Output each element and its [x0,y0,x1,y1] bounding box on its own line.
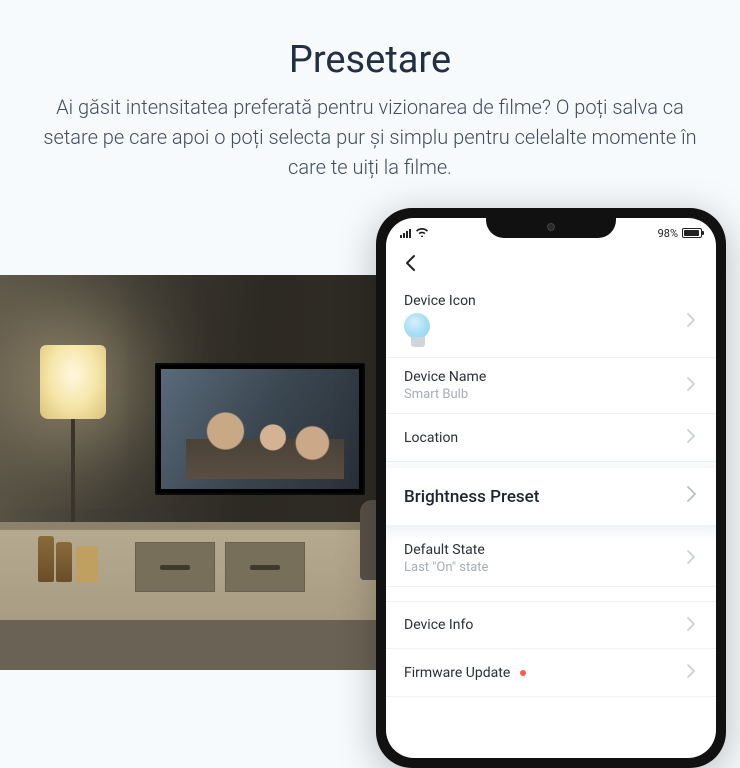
phone-mockup: 98% Device Icon [376,208,726,768]
nav-bar [386,248,716,282]
signal-icon [400,229,411,238]
page-subtitle: Ai găsit intensitatea preferată pentru v… [40,92,700,182]
chevron-right-icon [684,548,698,569]
row-label: Location [404,430,684,446]
back-button[interactable] [398,253,422,278]
row-device-info[interactable]: Device Info [386,601,716,649]
row-location[interactable]: Location [386,414,716,462]
chevron-right-icon [684,311,698,332]
battery-icon [682,228,702,238]
row-firmware-update[interactable]: Firmware Update [386,649,716,697]
update-indicator-dot [520,670,526,676]
wifi-icon [415,226,429,240]
row-label: Brightness Preset [404,487,684,507]
row-value: Last "On" state [404,560,684,575]
tv-illustration [155,363,365,495]
settings-list: Device Icon Device Name Smart Bulb [386,282,716,697]
battery-percentage: 98% [658,227,678,240]
phone-notch [486,218,616,238]
row-default-state[interactable]: Default State Last "On" state [386,531,716,587]
page-title: Presetare [40,38,700,82]
row-value: Smart Bulb [404,387,684,402]
row-label: Default State [404,542,684,558]
chevron-right-icon [684,486,698,507]
chevron-right-icon [684,427,698,448]
row-label: Firmware Update [404,665,684,681]
row-device-icon[interactable]: Device Icon [386,282,716,358]
marketing-header: Presetare Ai găsit intensitatea preferat… [0,0,740,206]
bulb-icon [404,313,432,349]
row-label: Device Info [404,617,684,633]
row-brightness-preset[interactable]: Brightness Preset [386,468,716,525]
chevron-right-icon [684,662,698,683]
chevron-right-icon [684,615,698,636]
row-label: Device Icon [404,293,684,309]
row-label: Device Name [404,369,684,385]
row-device-name[interactable]: Device Name Smart Bulb [386,358,716,414]
chevron-right-icon [684,375,698,396]
